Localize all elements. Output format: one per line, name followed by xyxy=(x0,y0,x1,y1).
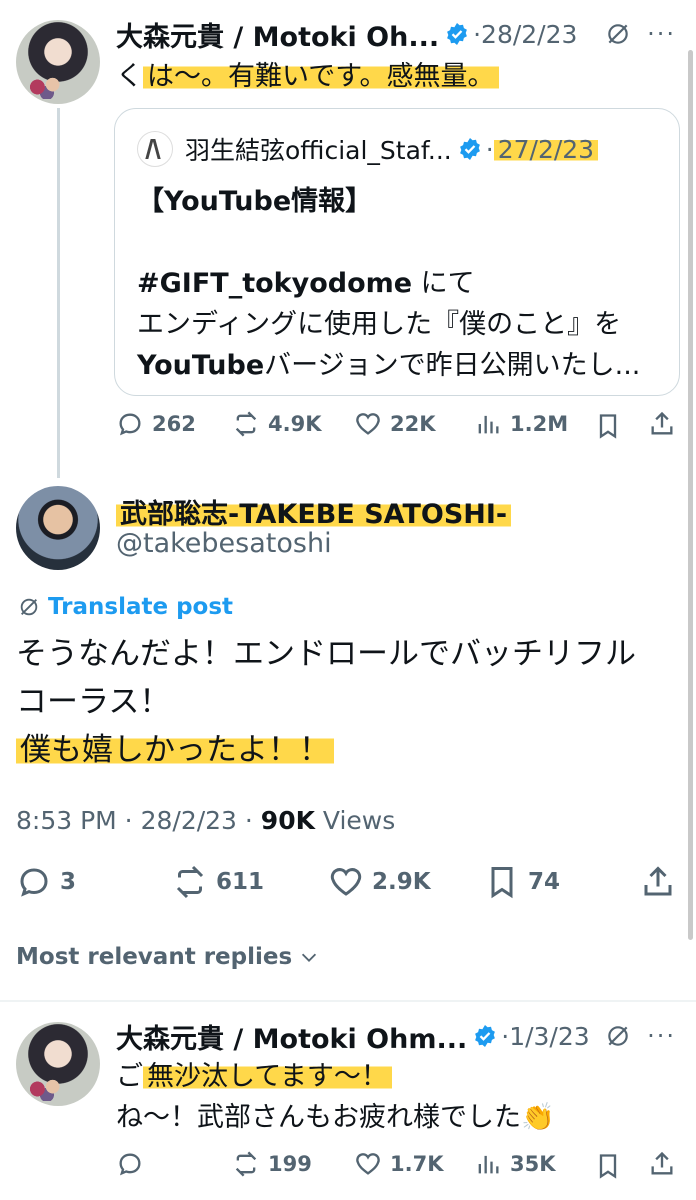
like-icon xyxy=(330,868,362,896)
share-icon[interactable] xyxy=(648,1150,676,1178)
main-tweet-text: そうなんだよ！エンドロールでバッチリフル コーラス！ 僕も嬉しかったよ！！ xyxy=(16,636,636,768)
views-label: Views xyxy=(322,806,396,835)
share-icon[interactable] xyxy=(648,410,676,438)
like-icon xyxy=(356,413,380,435)
views-button[interactable]: 35K xyxy=(474,1150,556,1178)
reply-header: 大森元貴 / Motoki Ohm... · 1/3/23 ··· xyxy=(116,1016,676,1056)
chevron-down-icon xyxy=(302,953,317,962)
quote-text: 【YouTube情報】 #GIFT_tokyodome にて エンディングに使用… xyxy=(137,186,641,381)
bookmark-icon xyxy=(491,867,513,899)
main-tweet-meta: 8:53 PM · 28/2/23 · 90K Views xyxy=(16,806,396,835)
share-icon[interactable] xyxy=(640,864,676,900)
more-icon[interactable]: ··· xyxy=(647,1022,676,1050)
reply-text: ご無沙汰してます～！ ね～！武部さんもお疲れ様でした👏 xyxy=(116,1061,555,1133)
main-display-name[interactable]: 武部聡志-TAKEBE SATOSHI- xyxy=(116,492,512,531)
bookmark-icon[interactable] xyxy=(594,1152,622,1180)
like-icon xyxy=(356,1153,380,1175)
tweet1-text: くは～。有難いです。感無量。 xyxy=(116,56,499,97)
repost-button[interactable]: 611 xyxy=(172,864,264,900)
reply-button[interactable]: 3 xyxy=(16,864,76,900)
like-button[interactable]: 22K xyxy=(354,410,436,438)
like-button[interactable]: 2.9K xyxy=(328,864,431,900)
verified-badge-icon xyxy=(459,138,480,160)
clap-emoji: 👏 xyxy=(521,1102,555,1133)
translate-icon xyxy=(20,598,38,616)
main-time[interactable]: 8:53 PM xyxy=(16,806,117,835)
grok-slash-icon[interactable] xyxy=(605,1023,631,1049)
avatar-motoki[interactable] xyxy=(16,20,100,104)
quoted-tweet-card[interactable]: 羽生結弦official_Staf... · 27/2/23 【YouTube情… xyxy=(114,108,680,396)
divider xyxy=(0,1000,696,1002)
repost-button[interactable]: 4.9K xyxy=(232,410,321,438)
reply-icon xyxy=(119,413,141,436)
quote-avatar xyxy=(137,131,173,167)
repost-icon xyxy=(176,865,204,899)
avatar-motoki[interactable] xyxy=(16,1022,100,1106)
quote-date: 27/2/23 xyxy=(493,134,599,164)
views-button[interactable]: 1.2M xyxy=(474,410,568,438)
repost-icon xyxy=(235,411,257,437)
reply-display-name[interactable]: 大森元貴 / Motoki Ohm... xyxy=(116,1017,467,1056)
verified-badge-icon xyxy=(447,23,467,45)
tweet1-header: 大森元貴 / Motoki Oh... · 28/2/23 ··· xyxy=(116,14,676,54)
translate-post-link[interactable]: Translate post xyxy=(18,594,233,620)
avatar-takebe[interactable] xyxy=(16,486,100,570)
reply-button[interactable]: 262 xyxy=(116,410,196,438)
replies-sort-dropdown[interactable]: Most relevant replies xyxy=(16,944,320,970)
reply-icon xyxy=(20,868,48,897)
main-handle[interactable]: @takebesatoshi xyxy=(116,528,332,559)
repost-icon xyxy=(235,1151,257,1177)
grok-slash-icon[interactable] xyxy=(605,21,631,47)
views-icon xyxy=(478,415,499,434)
bookmark-icon[interactable] xyxy=(594,412,622,440)
repost-button[interactable]: 199 xyxy=(232,1150,312,1178)
reply-date[interactable]: 1/3/23 xyxy=(509,1022,589,1051)
main-date[interactable]: 28/2/23 xyxy=(141,806,237,835)
more-icon[interactable]: ··· xyxy=(647,20,676,48)
thread-line xyxy=(57,108,60,478)
views-icon xyxy=(478,1155,499,1174)
quote-display-name: 羽生結弦official_Staf... xyxy=(185,136,452,165)
views-count: 90K xyxy=(260,806,315,835)
verified-badge-icon xyxy=(475,1025,496,1047)
tweet1-display-name[interactable]: 大森元貴 / Motoki Oh... xyxy=(116,15,439,54)
scrollbar[interactable] xyxy=(688,50,693,940)
tweet1-date[interactable]: 28/2/23 xyxy=(481,20,577,49)
like-button[interactable]: 1.7K xyxy=(354,1150,443,1178)
reply-icon[interactable] xyxy=(116,1150,144,1178)
bookmark-button[interactable]: 74 xyxy=(484,864,560,900)
